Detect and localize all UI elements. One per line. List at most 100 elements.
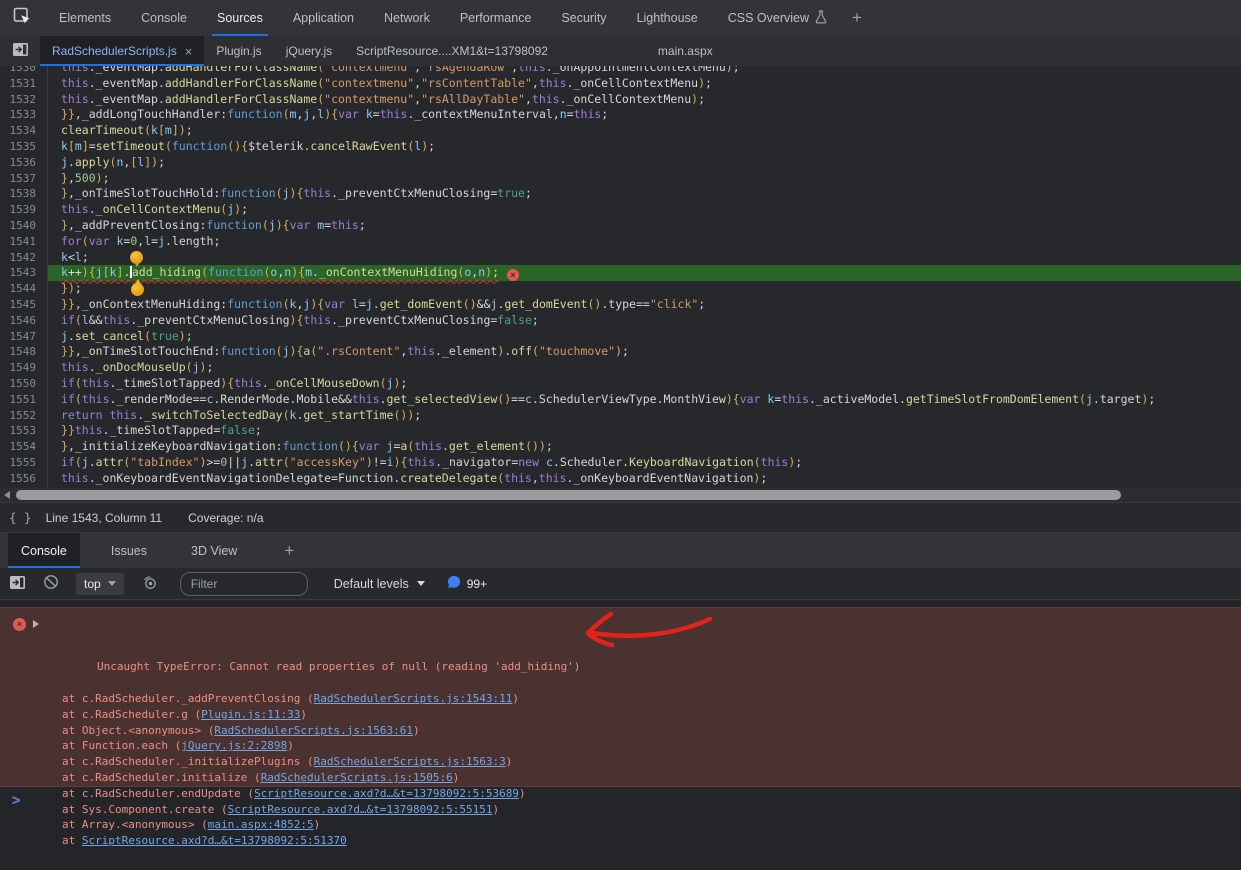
line-number[interactable]: 1547 [0,329,48,345]
inline-error-icon[interactable]: × [507,269,519,281]
source-location-link[interactable]: main.aspx:4852:5 [208,818,314,831]
line-number[interactable]: 1531 [0,76,48,92]
code-text[interactable]: }},_addLongTouchHandler:function(m,j,l){… [48,107,1241,123]
line-number[interactable]: 1533 [0,107,48,123]
panel-tab-lighthouse[interactable]: Lighthouse [622,0,713,36]
line-number[interactable]: 1549 [0,360,48,376]
code-text[interactable]: k[m]=setTimeout(function(){$telerik.canc… [48,139,1241,155]
create-live-expression-button[interactable] [134,575,168,593]
line-number[interactable]: 1554 [0,439,48,455]
editor-horizontal-scrollbar[interactable] [0,488,1241,502]
line-number[interactable]: 1550 [0,376,48,392]
code-text[interactable]: this._eventMap.addHandlerForClassName("c… [48,92,1241,108]
line-number[interactable]: 1540 [0,218,48,234]
code-text[interactable]: this._eventMap.addHandlerForClassName("c… [48,76,1241,92]
line-number[interactable]: 1543 [0,265,48,281]
code-text[interactable]: j.set_cancel(true); [48,329,1241,345]
console-filter-input[interactable] [180,572,308,596]
scrollbar-thumb[interactable] [16,490,1121,500]
code-text[interactable]: k++){j[k].add_hiding(function(o,n){m._on… [48,265,1241,281]
execution-context-selector[interactable]: top [76,573,124,595]
drawer-tab-3d-view[interactable]: 3D View [178,533,250,568]
code-text[interactable]: },_onTimeSlotTouchHold:function(j){this.… [48,186,1241,202]
code-text[interactable]: if(this._timeSlotTapped){this._onCellMou… [48,376,1241,392]
code-text[interactable]: this._onCellContextMenu(j); [48,202,1241,218]
line-number[interactable]: 1555 [0,455,48,471]
drawer-tab-issues[interactable]: Issues [98,533,160,568]
panel-tab-performance[interactable]: Performance [445,0,547,36]
log-levels-dropdown[interactable]: Default levels [334,577,425,591]
line-number[interactable]: 1532 [0,92,48,108]
code-text[interactable]: }}this._timeSlotTapped=false; [48,423,1241,439]
panel-tab-console[interactable]: Console [126,0,202,36]
source-location-link[interactable]: RadSchedulerScripts.js:1563:3 [314,755,506,768]
clear-console-button[interactable] [34,574,68,593]
source-location-link[interactable]: jQuery.js:2:2898 [181,739,287,752]
line-number[interactable]: 1546 [0,313,48,329]
line-number[interactable]: 1553 [0,423,48,439]
scroll-left-arrow-icon[interactable] [4,491,10,499]
source-location-link[interactable]: RadSchedulerScripts.js:1543:11 [314,692,513,705]
console-prompt-chevron[interactable]: > [12,793,20,810]
file-tab-radschedulerscripts-js[interactable]: RadSchedulerScripts.js× [40,36,204,66]
line-number[interactable]: 1541 [0,234,48,250]
close-icon[interactable]: × [185,45,193,58]
code-text[interactable]: k<l; [48,250,1241,266]
code-text[interactable]: }},_onContextMenuHiding:function(k,j){va… [48,297,1241,313]
line-number[interactable]: 1548 [0,344,48,360]
code-text[interactable]: return this._switchToSelectedDay(k.get_s… [48,408,1241,424]
line-number[interactable]: 1536 [0,155,48,171]
pretty-print-icon[interactable]: { } [9,510,32,525]
code-text[interactable]: if(l&&this._preventCtxMenuClosing){this.… [48,313,1241,329]
code-text[interactable]: }); [48,281,1241,297]
panel-tab-sources[interactable]: Sources [202,0,278,36]
panel-tab-security[interactable]: Security [546,0,621,36]
expand-triangle-icon[interactable] [33,620,39,628]
panel-tab-elements[interactable]: Elements [44,0,126,36]
panel-tab-network[interactable]: Network [369,0,445,36]
source-location-link[interactable]: RadSchedulerScripts.js:1505:6 [261,771,453,784]
code-text[interactable]: for(var k=0,l=j.length; [48,234,1241,250]
show-navigator-button[interactable] [0,36,40,66]
source-location-link[interactable]: ScriptResource.axd?d…&t=13798092:5:53689 [254,787,519,800]
source-location-link[interactable]: ScriptResource.axd?d…&t=13798092:5:55151 [228,803,493,816]
inspect-element-button[interactable] [0,0,44,36]
file-tab-jquery-js[interactable]: jQuery.js [274,36,344,66]
line-number[interactable]: 1556 [0,471,48,487]
text-selection-handle-bottom[interactable] [131,283,144,296]
source-location-link[interactable]: ScriptResource.axd?d…&t=13798092:5:51370 [82,834,347,847]
more-tools-button[interactable]: + [842,0,872,36]
line-number[interactable]: 1537 [0,171,48,187]
text-selection-handle-top[interactable] [130,251,143,264]
line-number[interactable]: 1530 [0,66,48,76]
source-code-editor[interactable]: 1530this._eventMap.addHandlerForClassNam… [0,66,1241,488]
code-text[interactable]: if(this._renderMode==c.RenderMode.Mobile… [48,392,1241,408]
code-text[interactable]: clearTimeout(k[m]); [48,123,1241,139]
code-text[interactable]: }},_onTimeSlotTouchEnd:function(j){a(".r… [48,344,1241,360]
file-tab-main-aspx[interactable]: main.aspx [646,36,725,66]
panel-tab-application[interactable]: Application [278,0,369,36]
code-text[interactable]: j.apply(n,[l]); [48,155,1241,171]
line-number[interactable]: 1544 [0,281,48,297]
code-text[interactable]: if(j.attr("tabIndex")>=0||j.attr("access… [48,455,1241,471]
code-text[interactable]: this._onKeyboardEventNavigationDelegate=… [48,471,1241,487]
line-number[interactable]: 1539 [0,202,48,218]
line-number[interactable]: 1542 [0,250,48,266]
console-sidebar-toggle-button[interactable] [0,575,34,593]
line-number[interactable]: 1534 [0,123,48,139]
file-tab-plugin-js[interactable]: Plugin.js [204,36,273,66]
line-number[interactable]: 1535 [0,139,48,155]
console-message-count[interactable]: 99+ [447,575,487,592]
line-number[interactable]: 1552 [0,408,48,424]
code-text[interactable]: },_initializeKeyboardNavigation:function… [48,439,1241,455]
line-number[interactable]: 1545 [0,297,48,313]
code-text[interactable]: },500); [48,171,1241,187]
line-number[interactable]: 1538 [0,186,48,202]
file-tab-scriptresource-xm1-t-13798092[interactable]: ScriptResource....XM1&t=13798092 [344,36,560,66]
panel-tab-css-overview[interactable]: CSS Overview [713,0,842,36]
source-location-link[interactable]: RadSchedulerScripts.js:1563:61 [214,724,413,737]
add-drawer-tab-button[interactable]: + [274,533,304,568]
code-text[interactable]: },_addPreventClosing:function(j){var m=t… [48,218,1241,234]
line-number[interactable]: 1551 [0,392,48,408]
source-location-link[interactable]: Plugin.js:11:33 [201,708,300,721]
